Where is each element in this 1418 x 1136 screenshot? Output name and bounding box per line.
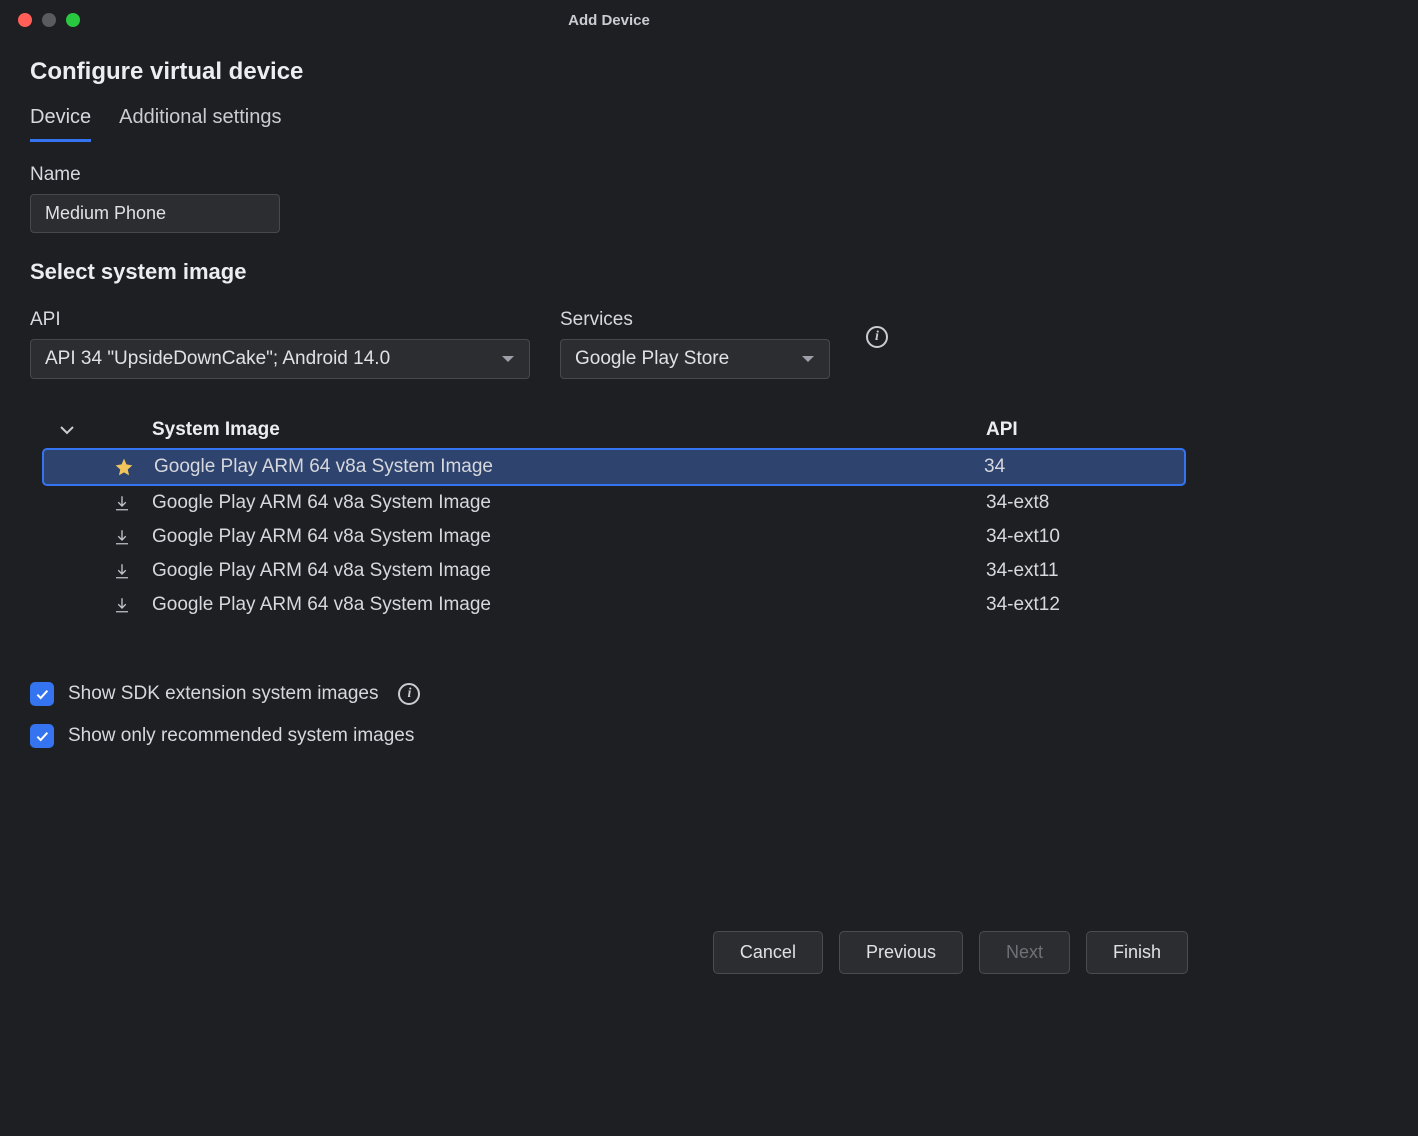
row-api: 34-ext8 [986,492,1186,514]
system-image-table: System Image API Google Play ARM 64 v8a … [42,413,1186,622]
services-dropdown[interactable]: Google Play Store [560,339,830,379]
footer-buttons: Cancel Previous Next Finish [0,909,1218,1000]
row-api: 34-ext12 [986,594,1186,616]
chevron-down-icon [60,425,74,435]
minimize-window-icon [42,13,56,27]
window-controls [18,13,80,27]
previous-button[interactable]: Previous [839,931,963,974]
api-dropdown-value: API 34 "UpsideDownCake"; Android 14.0 [45,348,390,370]
download-icon [92,596,152,614]
check-icon [34,686,50,702]
download-icon [92,528,152,546]
next-button: Next [979,931,1070,974]
check-icon [34,728,50,744]
row-name: Google Play ARM 64 v8a System Image [152,526,986,548]
info-icon[interactable]: i [866,326,888,348]
download-icon [92,562,152,580]
tab-bar: Device Additional settings [30,106,1188,142]
row-name: Google Play ARM 64 v8a System Image [154,456,984,478]
cancel-button[interactable]: Cancel [713,931,823,974]
row-name: Google Play ARM 64 v8a System Image [152,560,986,582]
table-row[interactable]: Google Play ARM 64 v8a System Image 34-e… [42,554,1186,588]
maximize-window-icon[interactable] [66,13,80,27]
name-input[interactable] [30,194,280,233]
services-label: Services [560,309,830,331]
checkbox-recommended-label: Show only recommended system images [68,725,414,747]
checkbox-sdk-extension-label: Show SDK extension system images [68,683,378,705]
column-system-image[interactable]: System Image [152,419,986,441]
page-title: Configure virtual device [30,58,1188,86]
close-window-icon[interactable] [18,13,32,27]
table-row[interactable]: Google Play ARM 64 v8a System Image 34-e… [42,588,1186,622]
table-row[interactable]: Google Play ARM 64 v8a System Image 34-e… [42,486,1186,520]
row-name: Google Play ARM 64 v8a System Image [152,594,986,616]
tab-device[interactable]: Device [30,106,91,142]
window-title: Add Device [568,12,650,29]
finish-button[interactable]: Finish [1086,931,1188,974]
system-image-title: Select system image [30,259,1188,285]
download-icon [92,494,152,512]
api-label: API [30,309,530,331]
table-row[interactable]: Google Play ARM 64 v8a System Image 34-e… [42,520,1186,554]
chevron-down-icon [501,354,515,364]
dropdown-row: API API 34 "UpsideDownCake"; Android 14.… [30,299,1188,379]
table-header: System Image API [42,413,1186,448]
services-dropdown-value: Google Play Store [575,348,729,370]
checkbox-group: Show SDK extension system images i Show … [30,682,1188,748]
row-api: 34 [984,456,1184,478]
info-icon[interactable]: i [398,683,420,705]
row-api: 34-ext10 [986,526,1186,548]
dialog-window: Add Device Configure virtual device Devi… [0,0,1218,1000]
tab-additional-settings[interactable]: Additional settings [119,106,281,142]
row-api: 34-ext11 [986,560,1186,582]
table-row[interactable]: Google Play ARM 64 v8a System Image 34 [42,448,1186,486]
collapse-toggle[interactable] [42,425,92,435]
api-dropdown[interactable]: API 34 "UpsideDownCake"; Android 14.0 [30,339,530,379]
checkbox-recommended[interactable] [30,724,54,748]
name-label: Name [30,164,1188,186]
checkbox-sdk-extension[interactable] [30,682,54,706]
titlebar: Add Device [0,0,1218,40]
chevron-down-icon [801,354,815,364]
content-area: Configure virtual device Device Addition… [0,40,1218,909]
row-name: Google Play ARM 64 v8a System Image [152,492,986,514]
star-icon [94,457,154,477]
column-api[interactable]: API [986,419,1186,441]
